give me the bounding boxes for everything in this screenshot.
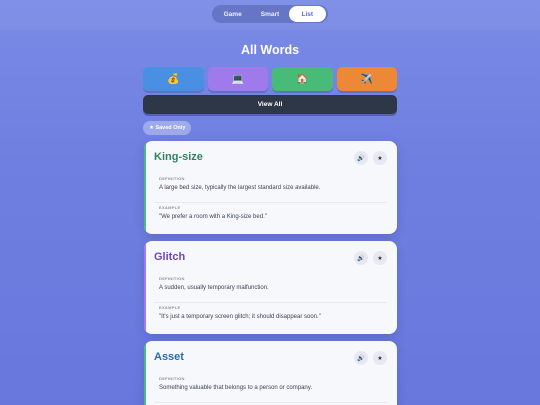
definition-text: A large bed size, typically the largest … bbox=[159, 185, 321, 191]
top-bar: Game Smart List bbox=[0, 0, 540, 30]
definition-label: DEFINITION bbox=[159, 376, 185, 381]
speaker-icon[interactable]: 🔊 bbox=[354, 351, 368, 365]
star-icon[interactable]: ★ bbox=[373, 351, 387, 365]
category-filter-bar: 💰 💻 🏠 ✈️ bbox=[143, 67, 397, 91]
speaker-icon[interactable]: 🔊 bbox=[354, 251, 368, 265]
mode-switcher: Game Smart List bbox=[212, 5, 328, 23]
airplane-icon: ✈️ bbox=[360, 73, 373, 85]
definition-text: A sudden, usually temporary malfunction. bbox=[159, 285, 269, 291]
star-icon[interactable]: ★ bbox=[373, 151, 387, 165]
definition-section: DEFINITION A large bed size, typically t… bbox=[154, 176, 387, 203]
speaker-icon[interactable]: 🔊 bbox=[354, 151, 368, 165]
view-all-button[interactable]: View All bbox=[143, 95, 397, 114]
example-text: "We prefer a room with a King-size bed." bbox=[159, 214, 267, 220]
definition-section: DEFINITION Something valuable that belon… bbox=[154, 376, 387, 403]
word-card: Glitch 🔊 ★ DEFINITION A sudden, usually … bbox=[144, 241, 397, 334]
tab-game[interactable]: Game bbox=[214, 6, 251, 22]
example-label: EXAMPLE bbox=[159, 205, 181, 210]
example-section: EXAMPLE "It's just a temporary screen gl… bbox=[154, 305, 387, 327]
definition-label: DEFINITION bbox=[159, 276, 185, 281]
card-accent-stripe bbox=[144, 141, 146, 234]
star-icon[interactable]: ★ bbox=[373, 251, 387, 265]
word-title: Asset bbox=[154, 351, 184, 363]
money-bag-icon: 💰 bbox=[167, 73, 180, 85]
example-section: EXAMPLE "We prefer a room with a King-si… bbox=[154, 205, 387, 227]
house-icon: 🏠 bbox=[296, 73, 309, 85]
category-home-button[interactable]: 🏠 bbox=[272, 67, 333, 91]
definition-text: Something valuable that belongs to a per… bbox=[159, 385, 312, 391]
card-accent-stripe bbox=[144, 241, 146, 334]
example-label: EXAMPLE bbox=[159, 305, 181, 310]
card-accent-stripe bbox=[144, 341, 146, 405]
tab-smart[interactable]: Smart bbox=[251, 6, 288, 22]
definition-label: DEFINITION bbox=[159, 176, 185, 181]
laptop-icon: 💻 bbox=[231, 73, 244, 85]
definition-section: DEFINITION A sudden, usually temporary m… bbox=[154, 276, 387, 303]
tab-list[interactable]: List bbox=[288, 6, 326, 22]
word-title: Glitch bbox=[154, 251, 186, 263]
category-tech-button[interactable]: 💻 bbox=[207, 67, 268, 91]
example-text: "It's just a temporary screen glitch; it… bbox=[159, 314, 321, 320]
saved-only-toggle[interactable]: ★ Saved Only bbox=[143, 121, 192, 135]
word-card: King-size 🔊 ★ DEFINITION A large bed siz… bbox=[144, 141, 397, 234]
category-travel-button[interactable]: ✈️ bbox=[336, 67, 397, 91]
word-title: King-size bbox=[154, 151, 203, 163]
category-money-button[interactable]: 💰 bbox=[143, 67, 204, 91]
page-title: All Words bbox=[240, 43, 300, 57]
word-card: Asset 🔊 ★ DEFINITION Something valuable … bbox=[144, 341, 397, 405]
